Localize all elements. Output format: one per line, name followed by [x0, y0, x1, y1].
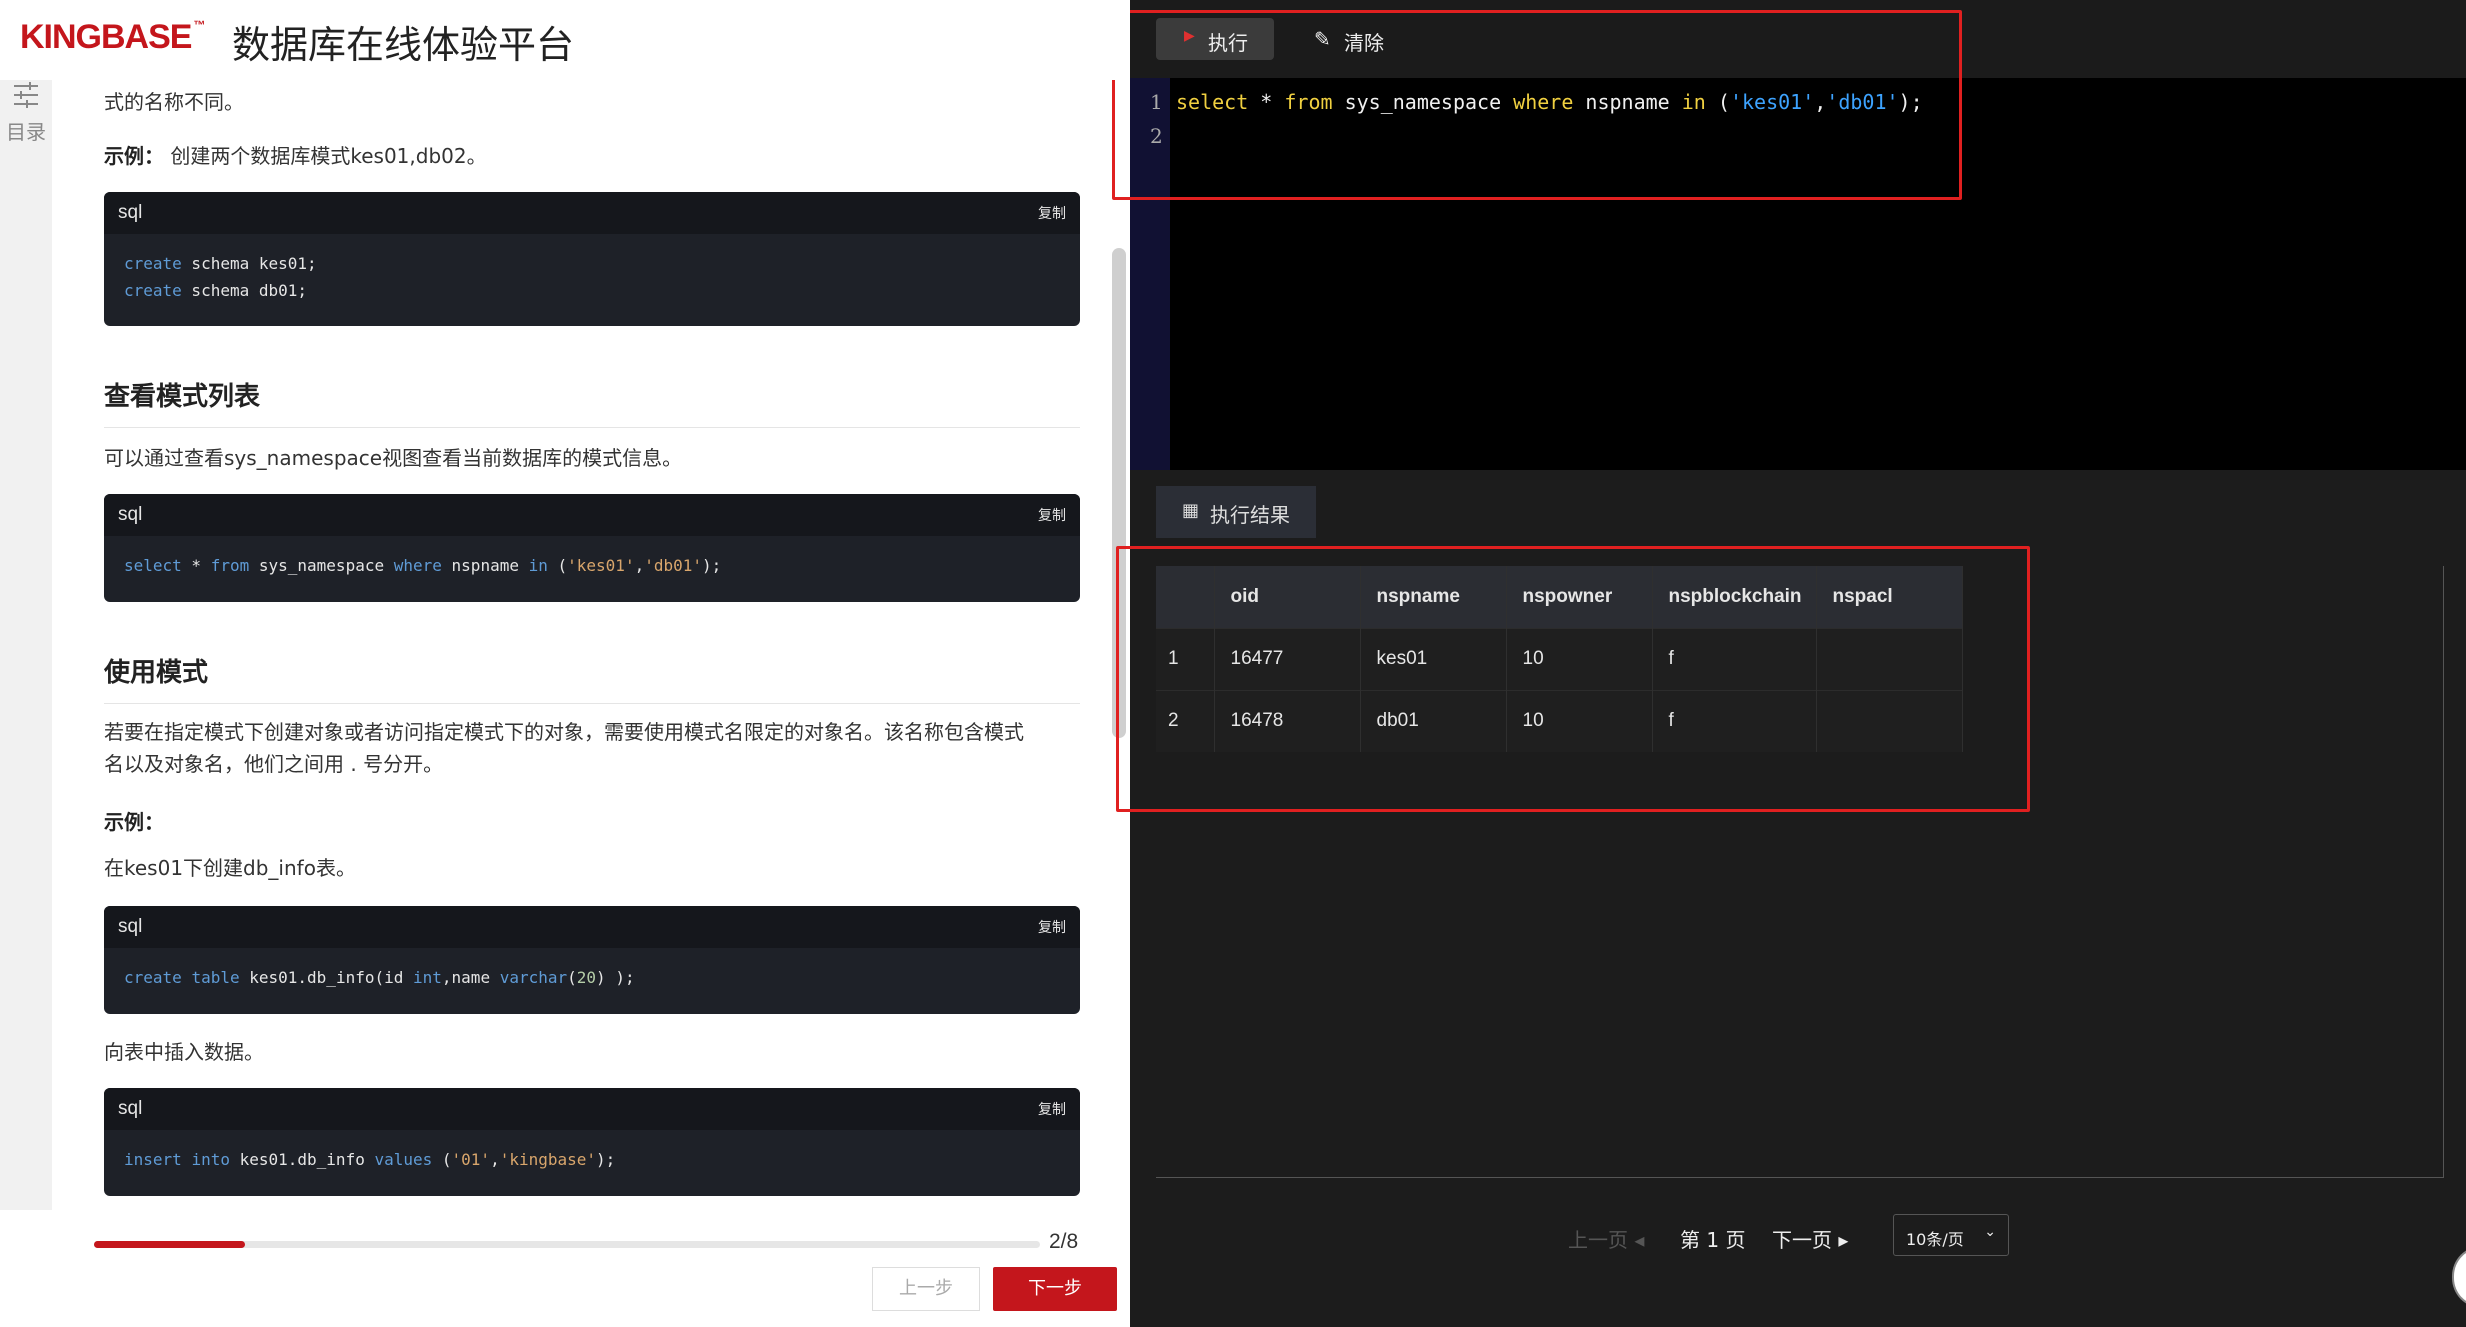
code-block-insert: sql 复制 insert into kes01.db_info values …	[104, 1088, 1080, 1196]
code-body: select * from sys_namespace where nspnam…	[124, 556, 722, 575]
progress-label: 2/8	[1049, 1230, 1079, 1253]
code-block-create-table: sql 复制 create table kes01.db_info(id int…	[104, 906, 1080, 1014]
caret-right-icon: ▸	[1838, 1228, 1849, 1252]
copy-button[interactable]: 复制	[1038, 203, 1066, 223]
app-header: KINGBASE ™ 数据库在线体验平台	[0, 0, 1130, 80]
code-block-header: sql 复制	[104, 494, 1080, 536]
code-text: schema db01;	[181, 281, 308, 300]
code-block-header: sql 复制	[104, 1088, 1080, 1130]
results-tab-label: 执行结果	[1210, 503, 1290, 527]
intro-tail-text: 式的名称不同。	[104, 90, 244, 114]
sliders-icon[interactable]	[12, 80, 40, 110]
code-lang-label: sql	[118, 1098, 143, 1119]
example1-label: 示例：	[104, 144, 164, 168]
progress-fill	[94, 1241, 246, 1248]
example2-label-line: 示例：	[104, 806, 164, 835]
next-page-button[interactable]: 下一页 ▸	[1772, 1224, 1848, 1253]
prev-step-button[interactable]: 上一步	[872, 1267, 980, 1311]
tutorial-panel: … 式的名称不同。 示例： 创建两个数据库模式kes01,db02。 sql 复…	[0, 0, 1130, 1327]
code-block-header: sql 复制	[104, 906, 1080, 948]
grid-icon: ▦	[1182, 500, 1200, 521]
next-page-label: 下一页	[1772, 1228, 1832, 1252]
code-body: insert into kes01.db_info values ('01','…	[124, 1150, 616, 1169]
pagination: 上一页 ◂ 第 1 页 下一页 ▸ 10条/页 ⌄	[1130, 1212, 2466, 1272]
example2-text: 在kes01下创建db_info表。	[104, 856, 356, 880]
annotation-box-editor	[1112, 10, 1962, 200]
tutorial-document: … 式的名称不同。 示例： 创建两个数据库模式kes01,db02。 sql 复…	[104, 80, 1080, 1210]
prev-page-label: 上一页	[1568, 1228, 1628, 1252]
code-lang-label: sql	[118, 504, 143, 525]
tab-results[interactable]: ▦ 执行结果	[1156, 486, 1316, 538]
section-list-text: 可以通过查看sys_namespace视图查看当前数据库的模式信息。	[104, 446, 683, 470]
copy-button[interactable]: 复制	[1038, 917, 1066, 937]
toc-label[interactable]: 目录	[6, 116, 46, 145]
copy-button[interactable]: 复制	[1038, 505, 1066, 525]
sql-workspace: ▶ 执行 ✎ 清除 1 2 select * from sys_namespac…	[1112, 0, 2466, 1327]
logo-text: KINGBASE	[20, 18, 192, 56]
annotation-box-results	[1116, 546, 2030, 812]
code-text: schema kes01;	[181, 254, 317, 273]
example2-label: 示例：	[104, 810, 164, 834]
page-size-select[interactable]: 10条/页 ⌄	[1893, 1214, 2009, 1256]
insert-text: 向表中插入数据。	[104, 1040, 264, 1064]
progress-bar	[94, 1241, 1040, 1248]
prev-page-button[interactable]: 上一页 ◂	[1568, 1224, 1644, 1253]
copy-button[interactable]: 复制	[1038, 1099, 1066, 1119]
page-size-value: 10条/页	[1906, 1230, 1964, 1249]
section-use-text-2: 名以及对象名，他们之间用 . 号分开。	[104, 752, 444, 776]
platform-title: 数据库在线体验平台	[232, 23, 575, 67]
tutorial-footer: 2/8 上一步 下一步	[0, 1210, 1130, 1327]
code-keyword: create	[124, 254, 182, 273]
kingbase-logo: KINGBASE ™	[20, 18, 205, 57]
code-lang-label: sql	[118, 916, 143, 937]
example1-text: 创建两个数据库模式kes01,db02。	[170, 144, 487, 168]
code-block-select-namespace: sql 复制 select * from sys_namespace where…	[104, 494, 1080, 602]
chevron-down-icon: ⌄	[1984, 1224, 1996, 1240]
code-keyword: create	[124, 281, 182, 300]
code-body: create schema kes01; create schema db01;	[104, 234, 1080, 320]
next-step-button[interactable]: 下一步	[993, 1267, 1117, 1311]
current-page: 第 1 页	[1680, 1228, 1746, 1252]
section-title-list-schemas: 查看模式列表	[104, 376, 1080, 428]
code-lang-label: sql	[118, 202, 143, 223]
code-block-create-schema: sql 复制 create schema kes01; create schem…	[104, 192, 1080, 326]
section-title-use-schema: 使用模式	[104, 652, 1080, 704]
logo-trademark: ™	[193, 18, 205, 32]
caret-left-icon: ◂	[1634, 1228, 1645, 1252]
code-block-header: sql 复制	[104, 192, 1080, 234]
example1-line: 示例： 创建两个数据库模式kes01,db02。	[104, 140, 487, 169]
toc-sidebar[interactable]: 目录	[0, 80, 52, 1210]
code-body: create table kes01.db_info(id int,name v…	[124, 968, 635, 987]
section-use-text-1: 若要在指定模式下创建对象或者访问指定模式下的对象，需要使用模式名限定的对象名。该…	[104, 720, 1024, 744]
